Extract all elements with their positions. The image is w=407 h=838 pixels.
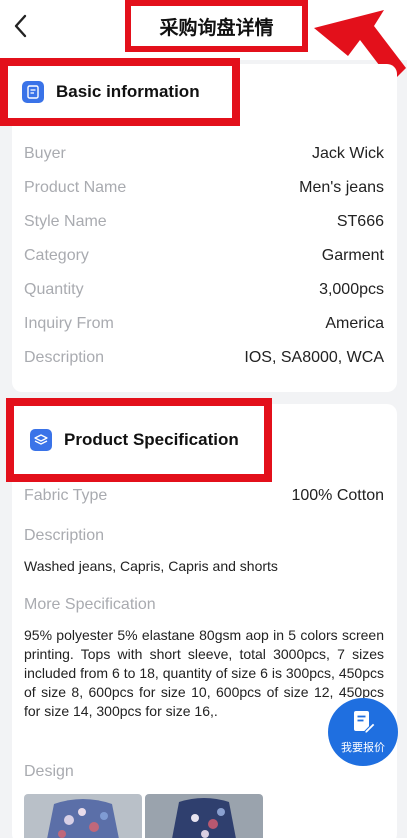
more-spec-value: 95% polyester 5% elastane 80gsm aop in 5… <box>24 627 384 719</box>
info-label: Style Name <box>24 213 107 230</box>
info-label: Description <box>24 349 105 366</box>
back-button[interactable] <box>8 12 32 40</box>
info-value: Jack Wick <box>312 145 384 162</box>
info-label: Buyer <box>24 145 66 162</box>
spec-description-label: Description <box>24 527 105 544</box>
info-row-inquiry-from: Inquiry From America <box>24 315 384 333</box>
info-value: 3,000pcs <box>319 281 384 298</box>
inquiry-detail-page: 采购询盘详情 Basic information Buyer Jack Wick… <box>0 0 407 838</box>
info-label: Category <box>24 247 89 264</box>
basic-info-title: Basic information <box>56 82 200 101</box>
info-row-style-name: Style Name ST666 <box>24 213 384 231</box>
edit-document-icon <box>354 711 376 734</box>
info-row-quantity: Quantity 3,000pcs <box>24 281 384 299</box>
info-value: America <box>325 315 384 332</box>
product-spec-title: Product Specification <box>64 430 239 449</box>
info-row-product-name: Product Name Men's jeans <box>24 179 384 197</box>
page-title: 采购询盘详情 <box>125 0 308 52</box>
more-spec-label: More Specification <box>24 596 156 613</box>
spec-row-fabric-type: Fabric Type 100% Cotton <box>24 487 384 505</box>
info-row-buyer: Buyer Jack Wick <box>24 145 384 163</box>
design-image-2[interactable] <box>145 794 263 838</box>
design-image-1[interactable] <box>24 794 142 838</box>
document-icon <box>22 81 44 103</box>
product-spec-header: Product Specification <box>6 398 272 482</box>
info-row-description: Description IOS, SA8000, WCA <box>24 349 384 367</box>
layers-icon <box>30 429 52 451</box>
quote-fab-label: 我要报价 <box>341 742 385 754</box>
info-label: Quantity <box>24 281 84 298</box>
info-value: ST666 <box>336 213 384 230</box>
info-label: Product Name <box>24 179 127 196</box>
spec-value: 100% Cotton <box>291 487 384 504</box>
spec-label: Fabric Type <box>24 487 108 504</box>
basic-info-header: Basic information <box>0 58 240 126</box>
info-value: IOS, SA8000, WCA <box>244 349 384 366</box>
chevron-left-icon <box>14 14 27 38</box>
design-label: Design <box>24 763 74 780</box>
spec-description-value: Washed jeans, Capris, Capris and shorts <box>24 558 278 574</box>
info-label: Inquiry From <box>24 315 114 332</box>
info-value: Men's jeans <box>299 179 384 196</box>
quote-fab-button[interactable]: 我要报价 <box>328 698 398 766</box>
info-row-category: Category Garment <box>24 247 384 265</box>
info-value: Garment <box>321 247 384 264</box>
